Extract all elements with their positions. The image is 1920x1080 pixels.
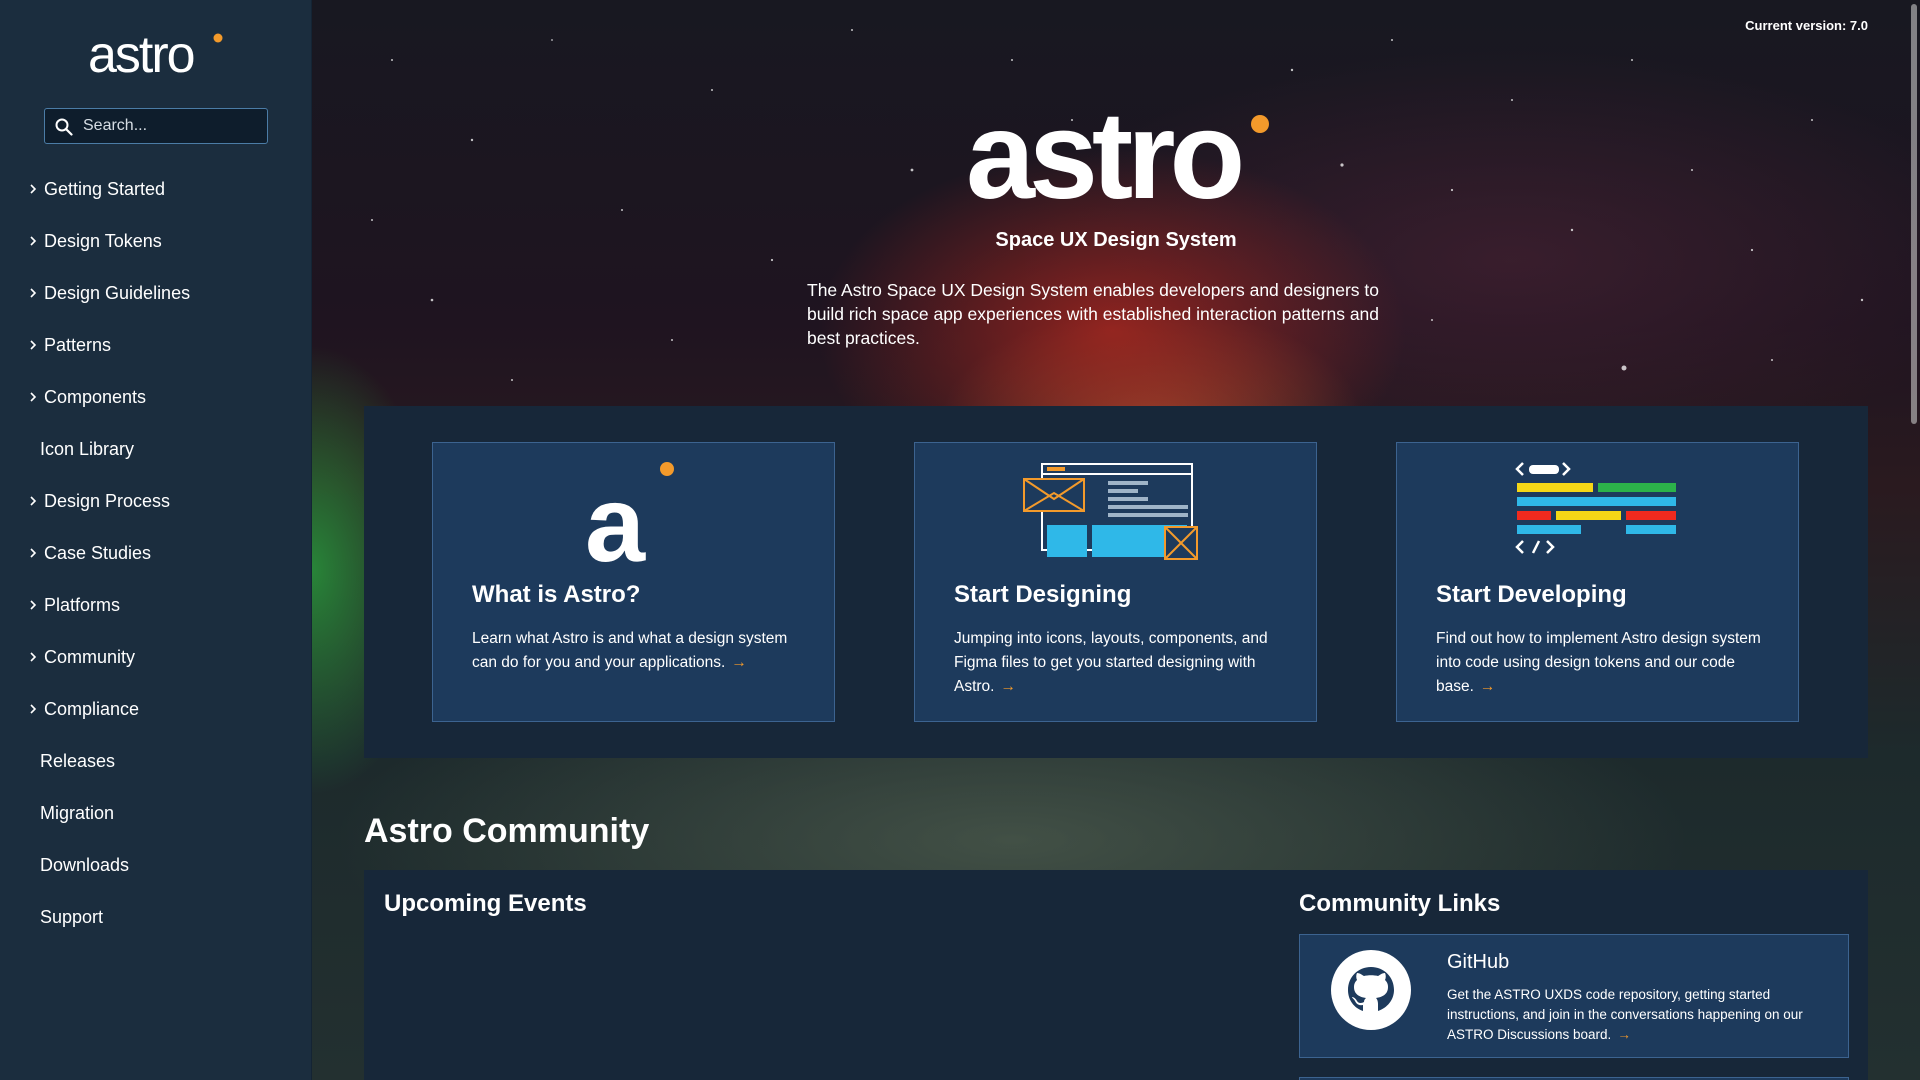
sidebar-item-label: Case Studies <box>44 543 152 563</box>
chevron-right-icon <box>30 392 37 402</box>
astro-logo[interactable]: astro <box>86 18 226 86</box>
sidebar-item-case-studies[interactable]: Case Studies <box>0 528 312 580</box>
current-version: Current version: 7.0 <box>1745 18 1868 33</box>
sidebar-item-label: Design Tokens <box>44 231 162 251</box>
search-input[interactable] <box>83 109 263 143</box>
sidebar-item-design-process[interactable]: Design Process <box>0 476 312 528</box>
arrow-right-icon[interactable]: → <box>731 654 747 671</box>
code-icon <box>1515 462 1676 554</box>
sidebar-item-icon-library[interactable]: Icon Library <box>0 424 312 476</box>
card-description: Jumping into icons, layouts, components,… <box>954 630 1268 695</box>
intro-paragraph: The Astro Space UX Design System enables… <box>807 280 1380 348</box>
upcoming-events-heading: Upcoming Events <box>384 890 587 917</box>
github-link-card[interactable]: GitHub Get the ASTRO UXDS code repositor… <box>1299 934 1849 1058</box>
chevron-right-icon <box>30 184 37 194</box>
chevron-right-icon <box>30 704 37 714</box>
sidebar-item-label: Icon Library <box>40 439 135 459</box>
chevron-right-icon <box>30 340 37 350</box>
sidebar-item-label: Design Process <box>44 491 171 511</box>
sidebar-item-label: Getting Started <box>44 179 166 199</box>
chevron-right-icon <box>30 288 37 298</box>
github-icon <box>1331 950 1411 1030</box>
search-icon <box>55 118 73 136</box>
sidebar-item-community[interactable]: Community <box>0 632 312 684</box>
card-start-designing[interactable]: Start Designing Jumping into icons, layo… <box>914 442 1317 722</box>
sidebar-item-label: Releases <box>40 751 116 771</box>
github-description: Get the ASTRO UXDS code repository, gett… <box>1447 987 1803 1042</box>
card-title: Start Designing <box>954 581 1132 608</box>
chevron-right-icon <box>30 548 37 558</box>
sidebar-item-design-tokens[interactable]: Design Tokens <box>0 216 312 268</box>
sidebar-item-label: Downloads <box>40 855 130 875</box>
card-description: Find out how to implement Astro design s… <box>1436 630 1761 695</box>
community-heading: Astro Community <box>364 812 650 850</box>
sidebar-item-label: Components <box>44 387 147 407</box>
tagline: Space UX Design System <box>995 229 1237 251</box>
main-content: Current version: 7.0 astro Space UX Desi… <box>312 0 1920 1080</box>
sidebar-item-releases[interactable]: Releases <box>0 736 312 788</box>
sidebar-item-label: Design Guidelines <box>44 283 191 303</box>
chevron-right-icon <box>30 236 37 246</box>
sidebar-item-label: Compliance <box>44 699 140 719</box>
card-title: What is Astro? <box>472 581 641 608</box>
card-start-developing[interactable]: Start Developing Find out how to impleme… <box>1396 442 1799 722</box>
arrow-right-icon[interactable]: → <box>1000 678 1016 695</box>
card-description: Learn what Astro is and what a design sy… <box>472 630 788 671</box>
github-title: GitHub <box>1447 951 1510 973</box>
sidebar-item-patterns[interactable]: Patterns <box>0 320 312 372</box>
sidebar-item-support[interactable]: Support <box>0 892 312 944</box>
sidebar-item-migration[interactable]: Migration <box>0 788 312 840</box>
sidebar-nav: Getting Started Design Tokens Design Gui… <box>0 164 312 944</box>
chevron-right-icon <box>30 600 37 610</box>
sidebar-item-getting-started[interactable]: Getting Started <box>0 164 312 216</box>
layout-design-icon <box>1023 463 1198 560</box>
sidebar-item-label: Migration <box>40 803 115 823</box>
sidebar-item-label: Support <box>40 907 104 927</box>
sidebar-item-design-guidelines[interactable]: Design Guidelines <box>0 268 312 320</box>
sidebar-item-label: Community <box>44 647 136 667</box>
sidebar-item-label: Platforms <box>44 595 121 615</box>
sidebar-item-downloads[interactable]: Downloads <box>0 840 312 892</box>
chevron-right-icon <box>30 496 37 506</box>
page-scrollbar[interactable] <box>1906 0 1920 1080</box>
sidebar-item-platforms[interactable]: Platforms <box>0 580 312 632</box>
arrow-right-icon[interactable]: → <box>1480 678 1496 695</box>
astro-hero-logo: astro <box>966 87 1269 218</box>
search-field[interactable] <box>44 108 268 144</box>
sidebar-item-components[interactable]: Components <box>0 372 312 424</box>
svg-text:astro: astro <box>88 26 194 84</box>
community-panel: Upcoming Events Community Links GitHub G… <box>364 870 1868 1080</box>
sidebar-item-label: Patterns <box>44 335 112 355</box>
scrollbar-thumb[interactable] <box>1911 4 1917 424</box>
sidebar-item-compliance[interactable]: Compliance <box>0 684 312 736</box>
card-title: Start Developing <box>1436 581 1627 608</box>
svg-text:astro: astro <box>966 87 1240 218</box>
cards-panel: a What is Astro? Learn what Astro is and… <box>364 406 1868 758</box>
community-links-heading: Community Links <box>1299 890 1501 917</box>
sidebar: astro Getting Started Design Tokens Desi… <box>0 0 312 1080</box>
chevron-right-icon <box>30 652 37 662</box>
card-what-is-astro[interactable]: a What is Astro? Learn what Astro is and… <box>432 442 835 722</box>
svg-text:a: a <box>585 463 646 569</box>
astro-a-icon: a <box>585 462 674 569</box>
arrow-right-icon[interactable]: → <box>1617 1027 1631 1042</box>
